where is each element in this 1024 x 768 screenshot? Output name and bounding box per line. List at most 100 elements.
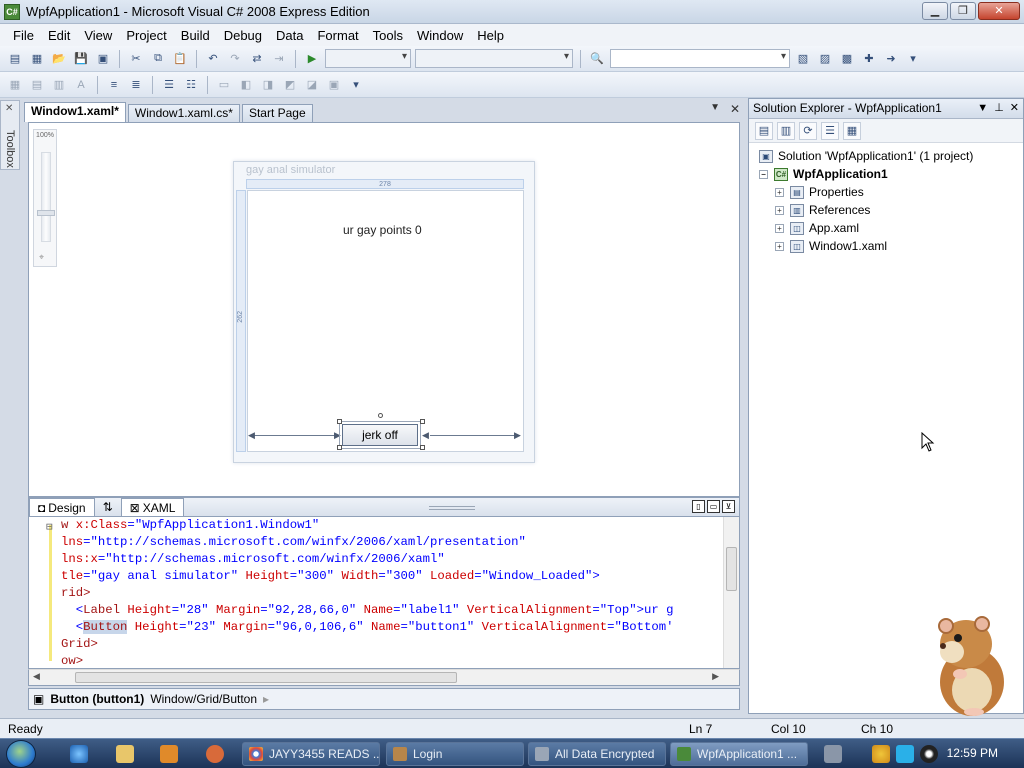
code-line[interactable]: tle="gay anal simulator" Height="300" Wi…	[61, 568, 600, 585]
close-panel-icon[interactable]: ✕	[1010, 99, 1019, 118]
swap-panes-button[interactable]: ⇅	[95, 498, 121, 516]
active-files-dropdown-icon[interactable]: ▼	[710, 102, 720, 113]
collapse-pane-icon[interactable]: ⊻	[722, 500, 735, 513]
resize-handle[interactable]	[337, 445, 342, 450]
open-file-icon[interactable]: 📂	[50, 50, 68, 68]
view-code-icon[interactable]: ☰	[821, 121, 839, 140]
undo-icon[interactable]: ↶	[204, 50, 222, 68]
align-centers-icon[interactable]: ▥	[50, 76, 68, 94]
auto-hide-pin-icon[interactable]: ⊥	[994, 99, 1004, 118]
save-icon[interactable]: 💾	[72, 50, 90, 68]
explorer-folder-icon[interactable]	[116, 745, 134, 763]
platform-combo[interactable]	[415, 49, 573, 68]
toolbox-icon[interactable]: ✚	[860, 50, 878, 68]
maximize-button[interactable]: ❐	[950, 2, 976, 20]
wpf-designer-surface[interactable]: 100% ⌖ gay anal simulator 278 262 ur gay…	[28, 122, 740, 497]
view-designer-icon[interactable]: ▦	[843, 121, 861, 140]
tab-xaml[interactable]: ⊠ XAML	[120, 498, 185, 516]
horizontal-split-icon[interactable]: ▭	[707, 500, 720, 513]
label1[interactable]: ur gay points 0	[343, 223, 422, 237]
code-line[interactable]: rid>	[61, 585, 91, 602]
menu-edit[interactable]: Edit	[41, 28, 77, 43]
wpf-window-preview[interactable]: gay anal simulator 278 262 ur gay points…	[233, 161, 535, 463]
close-document-icon[interactable]: ✕	[730, 102, 740, 116]
next-folder-bookmark-icon[interactable]: ◪	[303, 76, 321, 94]
tab-design[interactable]: ◘ Design	[29, 498, 95, 516]
prev-folder-bookmark-icon[interactable]: ◩	[281, 76, 299, 94]
resize-handle[interactable]	[337, 419, 342, 424]
taskbar-button-login[interactable]: Login	[386, 742, 524, 766]
firefox-icon[interactable]	[206, 745, 224, 763]
tree-item-solution[interactable]: ▣ Solution 'WpfApplication1' (1 project)	[749, 147, 1023, 165]
find-in-files-icon[interactable]: 🔍	[588, 50, 606, 68]
toolbox-pin-icon[interactable]: ✕	[5, 103, 19, 114]
button1[interactable]: jerk off	[339, 421, 421, 449]
code-line[interactable]: w x:Class="WpfApplication1.Window1"	[61, 517, 319, 534]
code-line[interactable]: lns:x="http://schemas.microsoft.com/winf…	[61, 551, 445, 568]
element-path[interactable]: Window/Grid/Button	[150, 692, 257, 706]
comment-icon[interactable]: ☰	[160, 76, 178, 94]
object-browser-icon[interactable]: ▩	[838, 50, 856, 68]
start-page-icon[interactable]: ➜	[882, 50, 900, 68]
vertical-split-icon[interactable]: ▯	[692, 500, 705, 513]
scroll-right-icon[interactable]: ▶	[712, 671, 719, 682]
tab-window1-xaml[interactable]: Window1.xaml*	[24, 102, 126, 122]
tab-window1-xaml-cs[interactable]: Window1.xaml.cs*	[127, 104, 240, 122]
solution-explorer-icon[interactable]: ▧	[794, 50, 812, 68]
zoom-slider[interactable]: 100% ⌖	[33, 129, 57, 267]
expand-icon[interactable]: +	[775, 223, 784, 233]
add-item-icon[interactable]: ▦	[28, 50, 46, 68]
resize-handle[interactable]	[420, 445, 425, 450]
xaml-code-editor[interactable]: ⊟ w x:Class="WpfApplication1.Window1" ln…	[28, 517, 740, 669]
expand-icon[interactable]: +	[775, 187, 784, 197]
collapse-outline-icon[interactable]: ⊟	[46, 520, 53, 534]
properties-icon[interactable]: ▤	[755, 121, 773, 140]
menu-tools[interactable]: Tools	[366, 28, 410, 43]
editor-vertical-scrollbar[interactable]	[723, 517, 739, 668]
tree-item-properties[interactable]: + ▤ Properties	[749, 183, 1023, 201]
align-lefts-icon[interactable]: ▤	[28, 76, 46, 94]
splitter-grip[interactable]	[429, 506, 475, 510]
code-line[interactable]: <Label Height="28" Margin="92,28,66,0" N…	[61, 602, 674, 619]
tree-item-window1-xaml[interactable]: + ◫ Window1.xaml	[749, 237, 1023, 255]
align-grid-icon[interactable]: ▦	[6, 76, 24, 94]
toolbar-options-icon[interactable]: ▾	[347, 76, 365, 94]
uncomment-icon[interactable]: ☷	[182, 76, 200, 94]
window-position-icon[interactable]: ▼	[977, 99, 988, 118]
zoom-fit-icon[interactable]: ⌖	[39, 252, 44, 263]
code-line[interactable]: lns="http://schemas.microsoft.com/winfx/…	[61, 534, 526, 551]
scroll-left-icon[interactable]: ◀	[33, 671, 40, 682]
taskbar-button-chrome[interactable]: JAYY3455 READS ...	[242, 742, 380, 766]
selected-element[interactable]: Button (button1)	[50, 692, 144, 706]
tree-item-project[interactable]: − C# WpfApplication1	[749, 165, 1023, 183]
menu-project[interactable]: Project	[119, 28, 173, 43]
bookmark-icon[interactable]: ▭	[215, 76, 233, 94]
copy-icon[interactable]: ⧉	[149, 50, 167, 68]
menu-debug[interactable]: Debug	[217, 28, 269, 43]
collapse-icon[interactable]: −	[759, 169, 768, 179]
find-combo[interactable]	[610, 49, 790, 68]
close-button[interactable]: ✕	[978, 2, 1020, 20]
wpf-grid[interactable]: ur gay points 0 ◀ ▶ ▶ ◀ jerk off	[247, 190, 524, 452]
taskbar-button-encrypted[interactable]: All Data Encrypted	[528, 742, 666, 766]
editor-horizontal-scrollbar[interactable]: ◀ ▶	[28, 669, 740, 686]
navigate-icon[interactable]: ⇄	[248, 50, 266, 68]
toolbox-tab[interactable]: ✕ Toolbox	[0, 100, 20, 170]
save-all-icon[interactable]: ▣	[94, 50, 112, 68]
expand-icon[interactable]: +	[775, 241, 784, 251]
tree-item-references[interactable]: + ▥ References	[749, 201, 1023, 219]
tree-item-app-xaml[interactable]: + ◫ App.xaml	[749, 219, 1023, 237]
internet-explorer-icon[interactable]	[70, 745, 88, 763]
expand-icon[interactable]: +	[775, 205, 784, 215]
code-line[interactable]: ow>	[61, 653, 83, 668]
minimize-button[interactable]: ▁	[922, 2, 948, 20]
redo-icon[interactable]: ↷	[226, 50, 244, 68]
new-project-icon[interactable]: ▤	[6, 50, 24, 68]
paste-icon[interactable]: 📋	[171, 50, 189, 68]
code-line[interactable]: Grid>	[61, 636, 98, 653]
menu-window[interactable]: Window	[410, 28, 470, 43]
toolbar-options-icon[interactable]: ▾	[904, 50, 922, 68]
show-all-files-icon[interactable]: ▥	[777, 121, 795, 140]
menu-file[interactable]: File	[6, 28, 41, 43]
refresh-icon[interactable]: ⟳	[799, 121, 817, 140]
